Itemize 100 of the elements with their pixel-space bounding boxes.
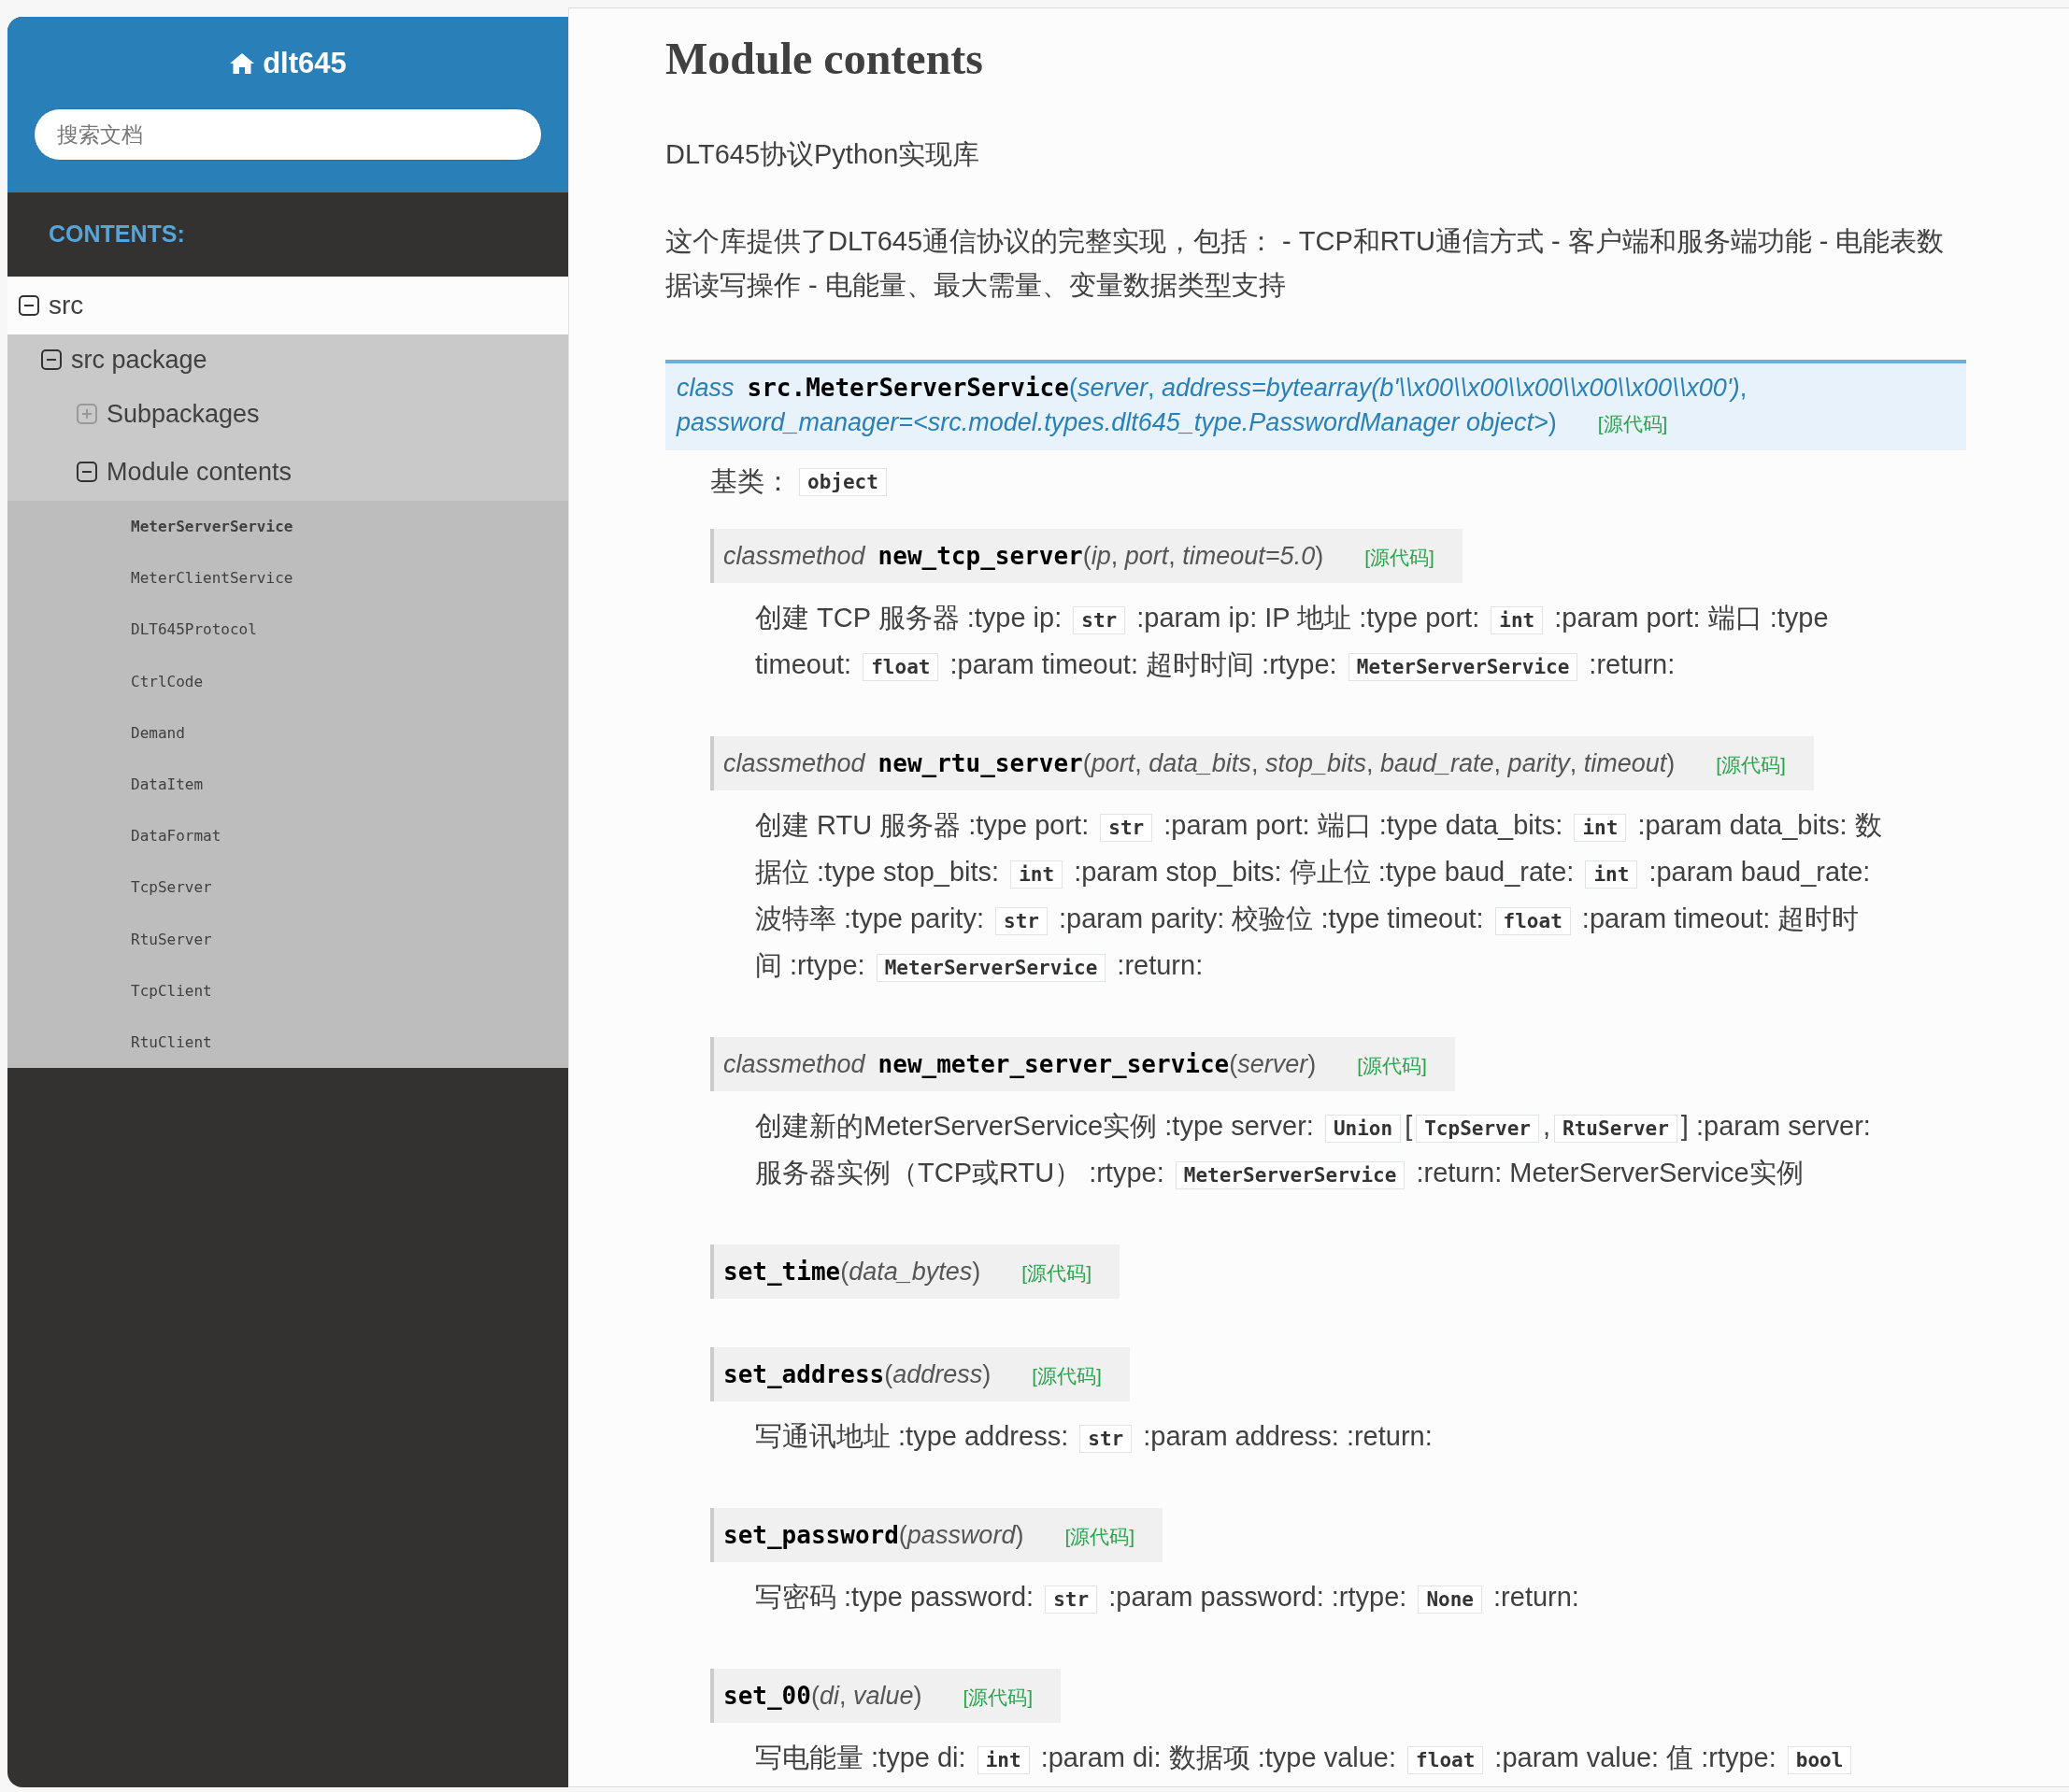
description-text: :param address: :return: [1142, 1421, 1433, 1451]
collapse-icon[interactable] [41, 349, 62, 370]
code-literal: float [863, 653, 939, 681]
nav-link[interactable]: TcpServer [7, 861, 568, 914]
source-link[interactable]: [源代码] [1716, 754, 1786, 775]
description-text: :return: [1492, 1582, 1579, 1612]
code-literal: int [977, 1746, 1030, 1774]
source-link[interactable]: [源代码] [1021, 1262, 1092, 1284]
parameter-list: (ip, port, timeout=5.0) [1082, 542, 1324, 570]
search-field[interactable]: 搜索文档 [34, 108, 542, 161]
code-literal: Union [1324, 1115, 1402, 1143]
description-text: , [1543, 1111, 1551, 1141]
collapse-icon[interactable] [77, 462, 97, 482]
nav-link[interactable]: DataItem [7, 758, 568, 811]
nav-link[interactable]: TcpClient [7, 964, 568, 1017]
description-text: :param password: :rtype: [1107, 1582, 1408, 1612]
description-text: :return: MeterServerService实例 [1415, 1158, 1804, 1188]
source-link[interactable]: [源代码] [963, 1686, 1034, 1708]
collapse-icon[interactable] [19, 295, 39, 316]
intro-text: DLT645协议Python实现库 [665, 138, 981, 171]
page-heading: Module contents [665, 33, 984, 84]
code-literal: object [799, 468, 887, 496]
code-literal: float [1407, 1746, 1484, 1774]
code-literal: int [1585, 860, 1638, 889]
code-literal: str [1073, 606, 1126, 634]
description-text: 服务器实例（TCP或RTU） :rtype: [755, 1158, 1165, 1188]
nav-link[interactable]: CtrlCode [7, 655, 568, 707]
description-text: :param data_bits: 数 [1636, 810, 1882, 840]
keyword-text: classmethod [723, 1050, 865, 1078]
parameter-list: (di, value) [810, 1682, 922, 1710]
method-name: set_00 [723, 1682, 811, 1710]
method-name: new_rtu_server [878, 749, 1083, 777]
code-literal: MeterServerService [1175, 1161, 1405, 1189]
keyword-text: class [677, 374, 735, 402]
code-literal: str [995, 907, 1048, 935]
parameter-list: (data_bytes) [840, 1258, 981, 1286]
code-literal: str [1045, 1586, 1098, 1614]
description-text: 创建新的MeterServerService实例 :type server: [755, 1111, 1315, 1141]
nav-link[interactable]: RtuClient [7, 1016, 568, 1069]
project-home-link[interactable]: dlt645 [229, 47, 347, 80]
description-text: 写通讯地址 :type address: [755, 1421, 1070, 1451]
contents-caption: CONTENTS: [48, 220, 186, 249]
description-text: 创建 TCP 服务器 :type ip: [755, 603, 1063, 633]
code-literal: int [1491, 606, 1544, 634]
source-link[interactable]: [源代码] [1597, 413, 1668, 434]
nav-link[interactable]: MeterClientService [7, 552, 568, 604]
nav-link[interactable]: src [7, 277, 568, 334]
home-icon [229, 52, 256, 75]
method-name: set_address [723, 1360, 885, 1388]
description-text: 波特率 :type parity: [755, 903, 985, 933]
nav-link[interactable]: src package [7, 334, 568, 385]
code-literal: MeterServerService [1348, 653, 1578, 681]
nav-link[interactable]: Demand [7, 706, 568, 759]
description-text: :param value: 值 :rtype: [1493, 1742, 1777, 1772]
bases-label: 基类： [710, 465, 792, 498]
source-link[interactable]: [源代码] [1364, 547, 1434, 568]
description-text: [ [1405, 1111, 1413, 1141]
keyword-text: classmethod [723, 542, 865, 570]
description-text: :param port: 端口 :type data_bits: [1163, 810, 1564, 840]
code-literal: TcpServer [1416, 1115, 1539, 1143]
nav-link[interactable]: RtuServer [7, 913, 568, 965]
nav-link[interactable]: Subpackages [7, 385, 568, 443]
parameter-list: (server) [1229, 1050, 1317, 1078]
description-text: :param timeout: 超时时间 :rtype: [949, 649, 1338, 679]
source-link[interactable]: [源代码] [1032, 1365, 1102, 1387]
description-text: :param parity: 校验位 :type timeout: [1058, 903, 1485, 933]
description-text: :param ip: IP 地址 :type port: [1135, 603, 1481, 633]
code-literal: int [1010, 860, 1063, 889]
description-text: :param baud_rate: [1648, 857, 1871, 887]
parameter-list: password_manager=<src.model.types.dlt645_type.PasswordManager object>) [677, 408, 1557, 436]
code-literal: bool [1787, 1746, 1852, 1774]
description-text: 创建 RTU 服务器 :type port: [755, 810, 1091, 840]
description-text: :param timeout: 超时时 [1580, 903, 1860, 933]
source-link[interactable]: [源代码] [1357, 1055, 1427, 1076]
description-text: 据位 :type stop_bits: [755, 857, 1001, 887]
description-text: :param stop_bits: 停止位 :type baud_rate: [1073, 857, 1576, 887]
code-literal: RtuServer [1554, 1115, 1677, 1143]
code-literal: int [1574, 814, 1627, 842]
description-text: :param di: 数据项 :type value: [1039, 1742, 1398, 1772]
parameter-list: (password) [898, 1521, 1024, 1549]
method-name: new_meter_server_service [878, 1050, 1230, 1078]
parameter-list: (port, data_bits, stop_bits, baud_rate, parity, timeout) [1082, 749, 1676, 777]
nav-link[interactable]: Module contents [7, 443, 568, 501]
description-text: ] :param server: [1680, 1111, 1871, 1141]
nav-link[interactable]: MeterServerService [7, 501, 568, 553]
code-literal: MeterServerService [876, 954, 1106, 982]
code-literal: None [1418, 1586, 1482, 1614]
description-text: :return: [1116, 950, 1204, 980]
keyword-text: classmethod [723, 749, 865, 777]
method-name: new_tcp_server [878, 542, 1083, 570]
method-name: set_password [723, 1521, 899, 1549]
description-text: :param port: 端口 :type [1553, 603, 1829, 633]
nav-link[interactable]: DLT645Protocol [7, 604, 568, 656]
intro-text: 这个库提供了DLT645通信协议的完整实现，包括： - TCP和RTU通信方式 - 客户端和服务端功能 - 电能表数据读写操作 - 电能量、最大需量、变量数据类型支持 [665, 225, 1946, 302]
code-literal: str [1100, 814, 1153, 842]
parameter-list: (address) [884, 1360, 992, 1388]
description-text: 间 :rtype: [755, 950, 866, 980]
source-link[interactable]: [源代码] [1064, 1526, 1135, 1547]
nav-link[interactable]: DataFormat [7, 810, 568, 862]
class-name: src.MeterServerService [747, 374, 1069, 402]
